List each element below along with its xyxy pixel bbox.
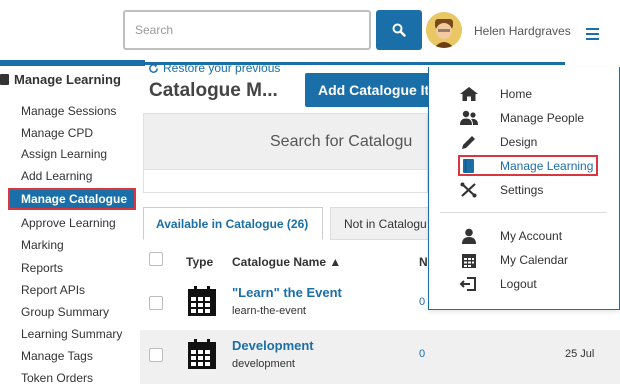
hamburger-menu-icon[interactable] — [586, 28, 599, 40]
restore-link-label: Restore your previous — [163, 61, 281, 75]
sidebar-item-assign-learning[interactable]: Assign Learning — [21, 147, 107, 161]
main-menu-dropdown: Home Manage People Design Manage Learnin… — [428, 67, 620, 310]
tab-not-in-catalogue[interactable]: Not in Catalogu — [330, 207, 430, 240]
page-title: Catalogue M... — [149, 80, 278, 101]
refresh-icon — [149, 63, 158, 73]
catalogue-item-count[interactable]: 0 — [419, 296, 425, 308]
column-header-n[interactable]: N — [419, 255, 428, 269]
search-button[interactable] — [376, 10, 422, 50]
calendar-icon — [188, 286, 216, 316]
menu-item-label: Settings — [500, 183, 544, 197]
home-icon — [460, 87, 478, 101]
sidebar-item-reports[interactable]: Reports — [21, 261, 63, 275]
calendar-icon — [462, 254, 476, 268]
select-all-checkbox[interactable] — [149, 252, 163, 266]
sidebar-item-token-orders[interactable]: Token Orders — [21, 371, 93, 385]
column-header-catalogue-name[interactable]: Catalogue Name ▲ — [232, 255, 341, 269]
book-icon — [0, 74, 9, 85]
search-panel-header[interactable]: Search for Catalogu — [144, 114, 427, 170]
sidebar-item-manage-catalogue[interactable]: Manage Catalogue — [8, 188, 136, 210]
column-header-type: Type — [186, 255, 214, 269]
people-icon — [460, 110, 478, 125]
search-panel: Search for Catalogu — [143, 113, 428, 193]
menu-divider — [440, 212, 607, 213]
sidebar-item-manage-sessions[interactable]: Manage Sessions — [21, 104, 116, 118]
sidebar-item-marking[interactable]: Marking — [21, 238, 64, 252]
search-panel-title: Search for Catalogu — [270, 133, 413, 150]
menu-item-logout[interactable]: Logout — [459, 274, 609, 294]
menu-item-label: My Calendar — [500, 253, 569, 267]
tab-available-in-catalogue[interactable]: Available in Catalogue (26) — [143, 207, 323, 240]
row-checkbox[interactable] — [149, 296, 163, 310]
search-input[interactable] — [135, 23, 359, 37]
sidebar-item-manage-tags[interactable]: Manage Tags — [21, 349, 93, 363]
search-icon — [392, 23, 406, 37]
avatar[interactable] — [426, 12, 462, 48]
menu-item-home[interactable]: Home — [459, 84, 609, 104]
menu-item-label: Design — [500, 135, 538, 149]
catalogue-item-date: 25 Jul — [565, 348, 595, 360]
sidebar-title: Manage Learning — [0, 72, 121, 87]
user-name[interactable]: Helen Hardgraves — [474, 24, 571, 38]
add-catalogue-item-button[interactable]: Add Catalogue Ite — [305, 73, 431, 107]
user-icon — [462, 228, 476, 244]
sidebar-item-manage-cpd[interactable]: Manage CPD — [21, 126, 93, 140]
row-checkbox[interactable] — [149, 348, 163, 362]
catalogue-item-name[interactable]: Development — [232, 338, 314, 353]
menu-item-label: Home — [500, 87, 533, 101]
menu-item-design[interactable]: Design — [459, 132, 609, 152]
menu-item-label: Manage People — [500, 111, 585, 125]
calendar-icon — [188, 339, 216, 369]
wrench-icon — [460, 182, 477, 198]
menu-item-my-calendar[interactable]: My Calendar — [459, 250, 609, 270]
catalogue-item-count[interactable]: 0 — [419, 348, 425, 360]
menu-item-label: My Account — [500, 229, 563, 243]
logout-icon — [459, 277, 476, 291]
menu-highlight-outline — [458, 155, 598, 176]
sidebar-item-learning-summary[interactable]: Learning Summary — [21, 327, 122, 341]
top-bar — [0, 60, 620, 66]
menu-item-settings[interactable]: Settings — [459, 180, 609, 200]
catalogue-item-name[interactable]: "Learn" the Event — [232, 285, 342, 300]
menu-item-my-account[interactable]: My Account — [459, 226, 609, 246]
sidebar-item-report-apis[interactable]: Report APIs — [21, 283, 85, 297]
menu-item-manage-people[interactable]: Manage People — [459, 108, 609, 128]
sidebar-item-add-learning[interactable]: Add Learning — [21, 169, 92, 183]
restore-search-link[interactable]: Restore your previous — [148, 61, 280, 75]
sidebar-title-label: Manage Learning — [14, 72, 121, 87]
search-field[interactable] — [123, 10, 371, 50]
pencil-icon — [462, 136, 475, 149]
catalogue-item-slug: learn-the-event — [232, 305, 306, 317]
sidebar-item-approve-learning[interactable]: Approve Learning — [21, 216, 116, 230]
menu-item-label: Logout — [500, 277, 537, 291]
sidebar-item-group-summary[interactable]: Group Summary — [21, 305, 109, 319]
catalogue-item-slug: development — [232, 358, 295, 370]
